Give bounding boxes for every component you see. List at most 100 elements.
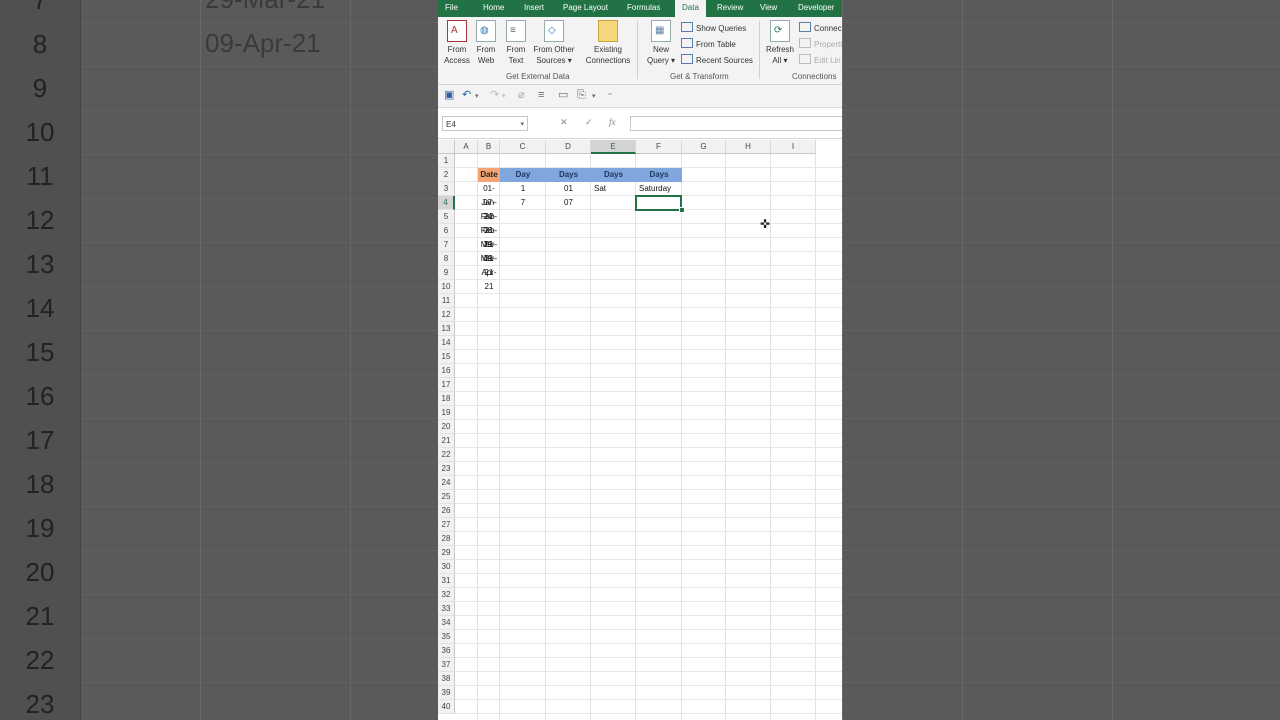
tab-home[interactable]: Home: [483, 0, 504, 17]
table-cell[interactable]: 01-Jan-22: [478, 182, 500, 221]
row-header-20[interactable]: 20: [438, 420, 455, 434]
table-cell[interactable]: 09-Apr-21: [478, 252, 500, 291]
row-header-1[interactable]: 1: [438, 154, 455, 168]
column-header-d[interactable]: D: [546, 140, 591, 154]
table-cell[interactable]: 07: [546, 196, 591, 210]
touch-dropdown-icon[interactable]: ▾: [592, 91, 596, 103]
row-header-25[interactable]: 25: [438, 490, 455, 504]
row-header-38[interactable]: 38: [438, 672, 455, 686]
insert-function-icon[interactable]: fx: [609, 117, 616, 127]
row-header-23[interactable]: 23: [438, 462, 455, 476]
table-cell[interactable]: [546, 224, 591, 238]
row-header-22[interactable]: 22: [438, 448, 455, 462]
show-queries-button[interactable]: Show Queries: [681, 22, 746, 34]
row-header-28[interactable]: 28: [438, 532, 455, 546]
table-cell[interactable]: 08-Mar-21: [478, 224, 500, 263]
undo-dropdown-icon[interactable]: ▾: [475, 91, 479, 103]
row-header-8[interactable]: 8: [438, 252, 455, 266]
column-header-h[interactable]: H: [726, 140, 771, 154]
column-header-f[interactable]: F: [636, 140, 682, 154]
table-cell[interactable]: [546, 210, 591, 224]
row-header-14[interactable]: 14: [438, 336, 455, 350]
row-header-33[interactable]: 33: [438, 602, 455, 616]
table-header-cell[interactable]: Days: [636, 168, 682, 182]
row-header-26[interactable]: 26: [438, 504, 455, 518]
refresh-all-button[interactable]: ⟳ Refresh All ▾: [765, 20, 795, 66]
table-cell[interactable]: [500, 252, 546, 266]
redo-dropdown-icon[interactable]: ▾: [502, 91, 506, 103]
save-icon[interactable]: ▣: [444, 89, 454, 101]
tab-data[interactable]: Data: [675, 0, 706, 17]
table-cell[interactable]: [500, 238, 546, 252]
column-header-c[interactable]: C: [500, 140, 546, 154]
table-cell[interactable]: 24-Feb-21: [478, 210, 500, 249]
worksheet-grid[interactable]: A B C D E F G H I 1 2 3 4 5 6 7 8 9 10 11 12 13 14 15 16 17 18 19 20…: [438, 140, 842, 720]
connections-button[interactable]: Connec: [799, 22, 842, 34]
column-header-b[interactable]: B: [478, 140, 500, 154]
customize-toolbar-icon[interactable]: ⁼: [608, 90, 612, 102]
tab-formulas[interactable]: Formulas: [627, 0, 660, 17]
row-header-21[interactable]: 21: [438, 434, 455, 448]
table-cell[interactable]: [500, 210, 546, 224]
row-header-31[interactable]: 31: [438, 574, 455, 588]
row-header-6[interactable]: 6: [438, 224, 455, 238]
confirm-entry-icon[interactable]: ✓: [585, 117, 593, 128]
select-all-corner[interactable]: [438, 140, 455, 154]
cancel-entry-icon[interactable]: ✕: [560, 117, 568, 128]
row-header-40[interactable]: 40: [438, 700, 455, 714]
table-cell[interactable]: [591, 238, 636, 252]
table-cell[interactable]: [636, 252, 682, 266]
row-header-9[interactable]: 9: [438, 266, 455, 280]
undo-icon[interactable]: ↶: [462, 89, 471, 101]
table-header-cell[interactable]: Date: [478, 168, 500, 182]
column-header-i[interactable]: I: [771, 140, 816, 154]
tab-developer[interactable]: Developer: [798, 0, 834, 17]
table-header-cell[interactable]: Day: [500, 168, 546, 182]
tab-review[interactable]: Review: [717, 0, 743, 17]
table-cell[interactable]: 07-Feb-21: [478, 196, 500, 235]
table-cell[interactable]: 1: [500, 182, 546, 196]
row-header-30[interactable]: 30: [438, 560, 455, 574]
from-web-button[interactable]: ◍ From Web: [475, 20, 497, 66]
row-header-5[interactable]: 5: [438, 210, 455, 224]
table-cell[interactable]: [500, 224, 546, 238]
row-header-15[interactable]: 15: [438, 350, 455, 364]
name-box[interactable]: E4 ▾: [442, 116, 528, 131]
row-header-27[interactable]: 27: [438, 518, 455, 532]
table-cell[interactable]: [546, 252, 591, 266]
form-icon[interactable]: ▭: [558, 89, 568, 101]
row-header-12[interactable]: 12: [438, 308, 455, 322]
edit-links-button[interactable]: Edit Lin: [799, 54, 841, 66]
touch-mode-icon[interactable]: ⎘: [577, 89, 586, 101]
column-header-g[interactable]: G: [682, 140, 726, 154]
recent-sources-button[interactable]: Recent Sources: [681, 54, 753, 66]
row-header-29[interactable]: 29: [438, 546, 455, 560]
column-header-a[interactable]: A: [455, 140, 478, 154]
table-cell[interactable]: [591, 196, 636, 210]
table-cell[interactable]: [636, 210, 682, 224]
row-header-4[interactable]: 4: [438, 196, 455, 210]
redo-icon[interactable]: ↷: [490, 89, 499, 101]
tab-page-layout[interactable]: Page Layout: [563, 0, 608, 17]
from-table-button[interactable]: From Table: [681, 38, 736, 50]
formula-input[interactable]: [630, 116, 842, 131]
new-query-button[interactable]: ▦ New Query ▾: [644, 20, 678, 66]
row-header-39[interactable]: 39: [438, 686, 455, 700]
table-cell[interactable]: [591, 224, 636, 238]
row-header-34[interactable]: 34: [438, 616, 455, 630]
chevron-down-icon[interactable]: ▾: [520, 117, 524, 132]
row-header-19[interactable]: 19: [438, 406, 455, 420]
tab-view[interactable]: View: [760, 0, 777, 17]
fill-handle[interactable]: [679, 207, 685, 213]
table-cell[interactable]: [636, 238, 682, 252]
table-cell[interactable]: Sat: [591, 182, 636, 196]
row-header-36[interactable]: 36: [438, 644, 455, 658]
table-cell[interactable]: [591, 252, 636, 266]
row-header-13[interactable]: 13: [438, 322, 455, 336]
row-header-24[interactable]: 24: [438, 476, 455, 490]
column-header-e[interactable]: E: [591, 140, 636, 154]
from-text-button[interactable]: ≡ From Text: [504, 20, 528, 66]
row-header-2[interactable]: 2: [438, 168, 455, 182]
table-cell[interactable]: [636, 224, 682, 238]
row-header-35[interactable]: 35: [438, 630, 455, 644]
